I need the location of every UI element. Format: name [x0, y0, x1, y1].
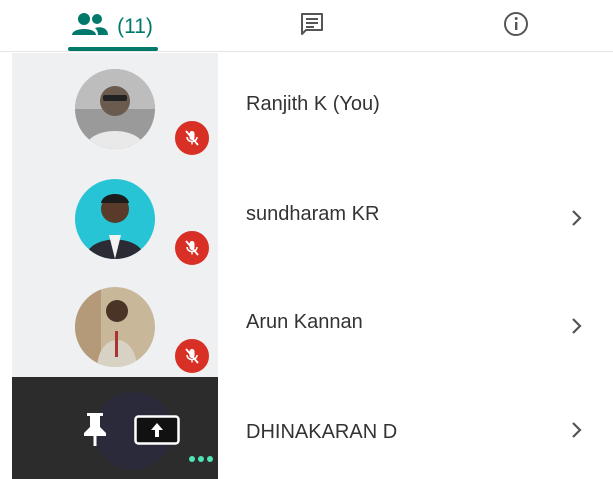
- chevron-right-icon[interactable]: [570, 421, 584, 444]
- avatar: [75, 179, 155, 259]
- avatar: [75, 69, 155, 149]
- active-tab-indicator: [68, 47, 158, 51]
- participant-count: (11): [117, 15, 153, 38]
- tab-people[interactable]: (11): [62, 0, 162, 52]
- speaking-indicator: [189, 456, 213, 462]
- tab-chat[interactable]: [282, 0, 342, 52]
- chat-icon: [300, 12, 324, 41]
- present-screen-icon[interactable]: [134, 415, 180, 450]
- pin-icon[interactable]: [80, 411, 110, 452]
- info-icon: [503, 11, 529, 42]
- tab-bar: (11): [0, 0, 613, 52]
- participant-row[interactable]: Arun Kannan: [0, 271, 613, 379]
- tab-info[interactable]: [486, 0, 546, 52]
- avatar: [75, 287, 155, 367]
- people-icon: [71, 12, 109, 41]
- chevron-right-icon[interactable]: [570, 317, 584, 340]
- participant-tile: [12, 377, 218, 479]
- mic-muted-icon: [172, 228, 212, 268]
- participant-row[interactable]: sundharam KR: [0, 163, 613, 271]
- chevron-right-icon[interactable]: [570, 209, 584, 232]
- participant-name: Ranjith K (You): [246, 93, 380, 115]
- participant-row[interactable]: DHINAKARAN D: [0, 377, 613, 479]
- participant-name: Arun Kannan: [246, 311, 363, 333]
- participant-name: sundharam KR: [246, 203, 380, 225]
- mic-muted-icon: [172, 336, 212, 376]
- mic-muted-icon: [172, 118, 212, 158]
- participant-name: DHINAKARAN D: [246, 421, 398, 443]
- participant-row[interactable]: Ranjith K (You): [0, 53, 613, 161]
